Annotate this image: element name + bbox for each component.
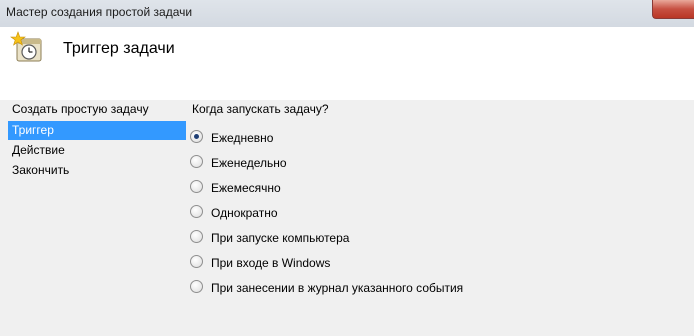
page-title: Триггер задачи: [63, 40, 175, 57]
option-one-time[interactable]: Однократно: [190, 204, 278, 220]
trigger-question: Когда запускать задачу?: [192, 102, 329, 116]
step-finish[interactable]: Закончить: [8, 161, 73, 180]
close-button[interactable]: [652, 0, 694, 19]
option-daily[interactable]: Ежедневно: [190, 129, 273, 145]
radio-button[interactable]: [190, 255, 203, 269]
step-trigger[interactable]: Триггер: [8, 121, 186, 140]
option-monthly[interactable]: Ежемесячно: [190, 179, 281, 195]
step-action[interactable]: Действие: [8, 141, 69, 160]
option-label: При запуске компьютера: [211, 230, 350, 245]
option-weekly[interactable]: Еженедельно: [190, 154, 287, 170]
radio-button[interactable]: [190, 155, 203, 169]
radio-button-checked[interactable]: [190, 130, 203, 144]
option-label: Ежемесячно: [211, 180, 281, 195]
task-scheduler-icon: [9, 31, 45, 67]
wizard-body: Создать простую задачу Триггер Действие …: [0, 100, 694, 336]
option-at-logon[interactable]: При входе в Windows: [190, 254, 330, 270]
radio-button[interactable]: [190, 230, 203, 244]
option-label: Ежедневно: [211, 130, 274, 145]
option-label: Однократно: [211, 205, 278, 220]
step-create-basic-task[interactable]: Создать простую задачу: [8, 100, 153, 119]
radio-button[interactable]: [190, 280, 203, 294]
option-label: Еженедельно: [211, 155, 287, 170]
option-label: При занесении в журнал указанного событи…: [211, 280, 464, 295]
window-title: Мастер создания простой задачи: [6, 5, 193, 19]
option-at-startup[interactable]: При запуске компьютера: [190, 229, 349, 245]
wizard-header: Триггер задачи: [0, 27, 694, 100]
window-titlebar[interactable]: Мастер создания простой задачи: [0, 0, 694, 27]
option-on-event[interactable]: При занесении в журнал указанного событи…: [190, 279, 463, 295]
radio-button[interactable]: [190, 205, 203, 219]
radio-button[interactable]: [190, 180, 203, 194]
option-label: При входе в Windows: [211, 255, 331, 270]
